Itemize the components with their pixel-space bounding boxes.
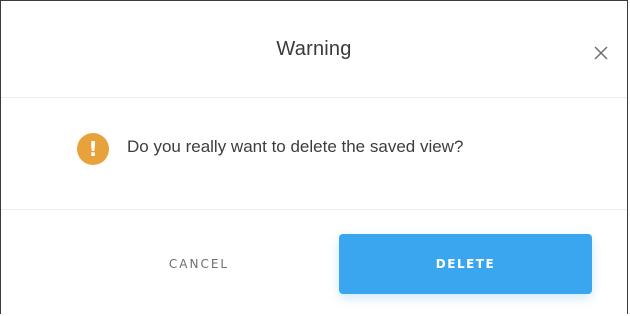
exclamation-icon: ! bbox=[77, 133, 109, 165]
dialog-footer: CANCEL DELETE bbox=[1, 209, 627, 316]
delete-button[interactable]: DELETE bbox=[339, 234, 592, 294]
close-button[interactable] bbox=[589, 41, 613, 65]
cancel-button[interactable]: CANCEL bbox=[111, 234, 287, 294]
dialog-message: Do you really want to delete the saved v… bbox=[127, 137, 464, 156]
dialog-body: ! Do you really want to delete the saved… bbox=[1, 98, 627, 208]
close-icon bbox=[594, 46, 608, 60]
dialog-header: Warning bbox=[1, 1, 627, 98]
warning-dialog: Warning ! Do you really want to delete t… bbox=[0, 0, 628, 314]
dialog-title: Warning bbox=[276, 38, 352, 60]
